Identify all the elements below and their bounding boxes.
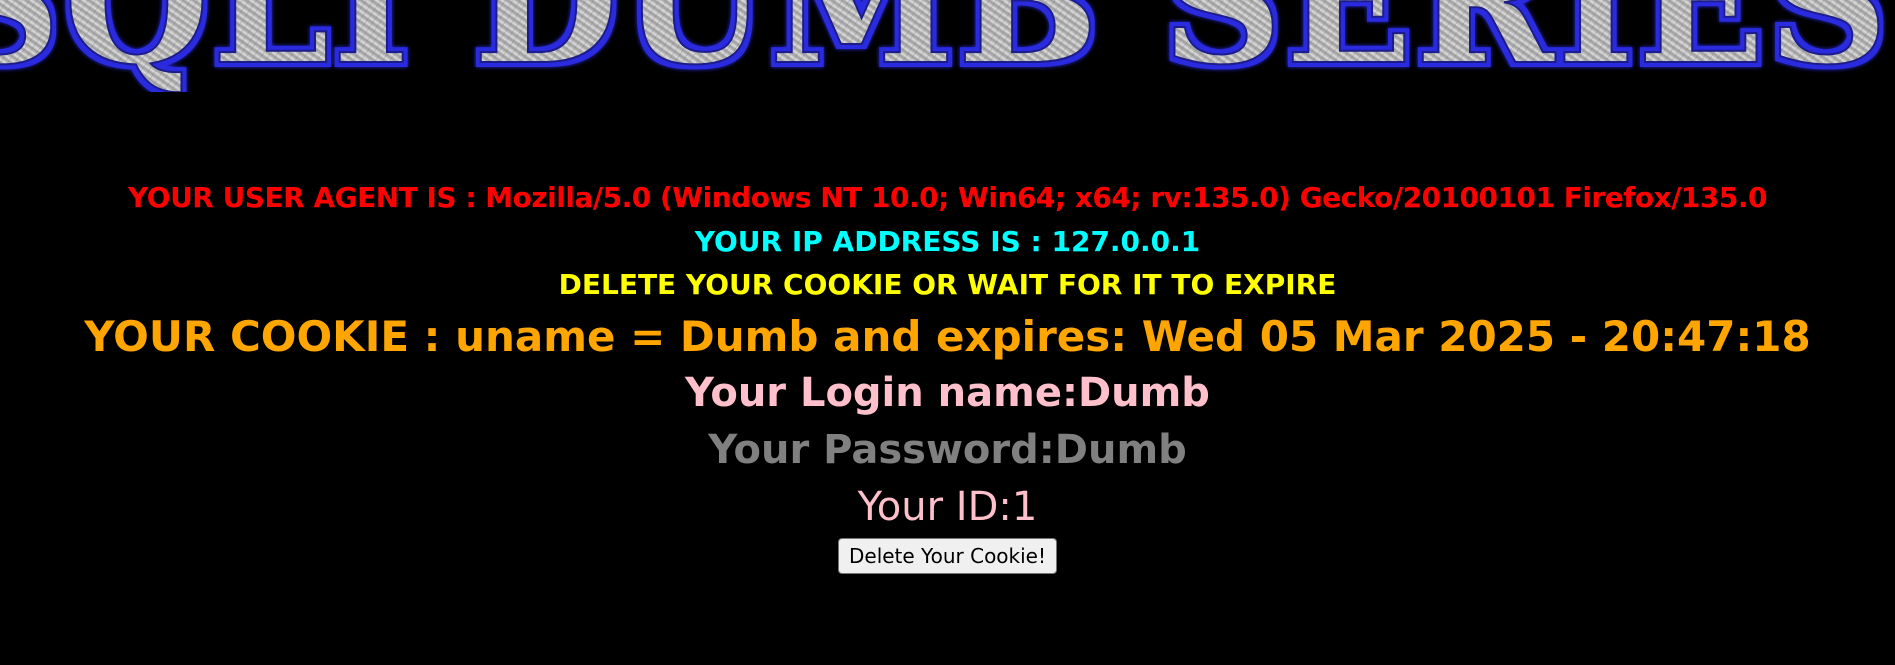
banner-image: SQLI DUMB SERIES-20 — [0, 0, 1895, 92]
cookie-info: YOUR COOKIE : uname = Dumb and expires: … — [84, 312, 1811, 361]
login-name-text: Your Login name:Dumb — [685, 370, 1210, 416]
delete-cookie-button[interactable]: Delete Your Cookie! — [837, 538, 1058, 574]
ip-address-text: YOUR IP ADDRESS IS : 127.0.0.1 — [694, 225, 1201, 258]
banner-graphic: SQLI DUMB SERIES-20 — [0, 0, 1895, 92]
password-text: Your Password:Dumb — [708, 427, 1187, 473]
page: SQLI DUMB SERIES-20 YOUR USER AGENT IS :… — [0, 0, 1895, 665]
user-id-text: Your ID:1 — [857, 484, 1038, 530]
banner-title: SQLI DUMB SERIES-20 — [0, 0, 1895, 92]
delete-cookie-message: DELETE YOUR COOKIE OR WAIT FOR IT TO EXP… — [558, 268, 1337, 301]
form: Delete Your Cookie! — [0, 538, 1895, 574]
user-agent-text: YOUR USER AGENT IS : Mozilla/5.0 (Window… — [127, 181, 1768, 214]
